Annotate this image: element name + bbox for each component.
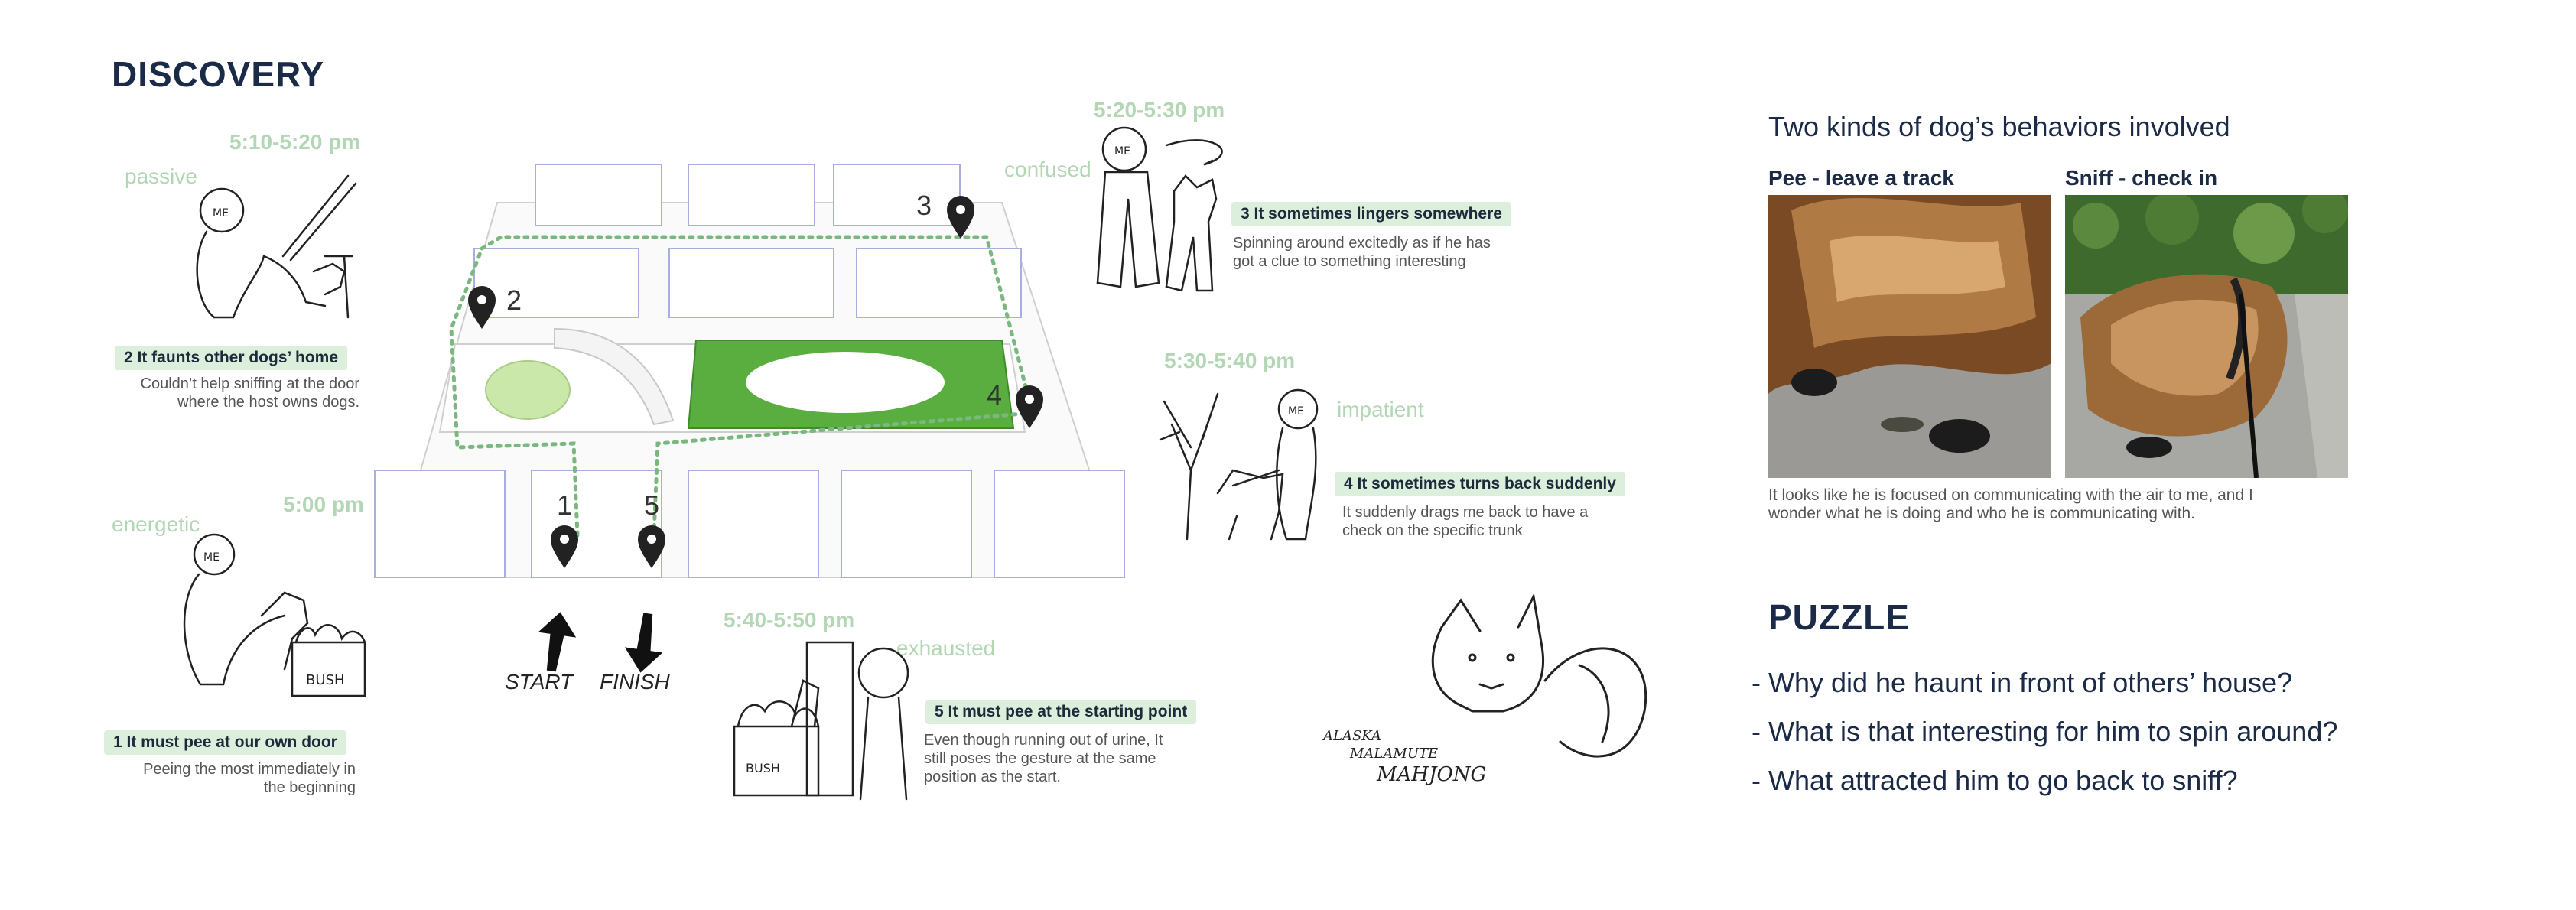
behavior-tag-4: 4 It sometimes turns back suddenly [1335, 472, 1625, 496]
dog-breed-line1: ALASKA [1323, 728, 1381, 744]
photo-label-pee: Pee - leave a track [1768, 166, 1954, 190]
mood-impatient: impatient [1337, 398, 1424, 421]
location-pin-icon [468, 286, 496, 329]
time-label-1: 5:10-5:20 pm [229, 130, 361, 154]
sketch-impatient-illustration: ME [1159, 388, 1319, 541]
mood-passive: passive [125, 164, 197, 188]
location-pin-icon [947, 196, 974, 239]
dog-portrait-illustration [1431, 593, 1647, 758]
behavior-tag-1: 1 It must pee at our own door [104, 730, 346, 755]
location-pin-icon [551, 525, 578, 568]
time-label-4: 5:00 pm [283, 492, 364, 516]
dog-name: MAHJONG [1377, 763, 1487, 786]
behavior-tag-3: 3 It sometimes lingers somewhere [1231, 202, 1511, 226]
pin-number-5: 5 [644, 489, 660, 521]
bush-label: BUSH [746, 761, 780, 775]
location-pin-icon [1016, 385, 1043, 428]
me-label: ME [1114, 145, 1130, 158]
location-pin-icon [638, 525, 665, 568]
start-label: START [505, 670, 574, 694]
behavior-tag-2: 2 It faunts other dogs’ home [115, 346, 348, 370]
arrow-up-icon [538, 612, 577, 672]
behaviors-title: Two kinds of dog’s behaviors involved [1768, 111, 2230, 142]
dog-breed-line2: MALAMUTE [1350, 746, 1439, 762]
photo-label-sniff: Sniff - check in [2065, 166, 2218, 190]
puzzle-title: PUZZLE [1768, 597, 1910, 637]
pin-number-1: 1 [557, 489, 573, 521]
bush-label: BUSH [306, 672, 344, 688]
photo-dog-pee [1768, 195, 2051, 478]
finish-label: FINISH [600, 670, 670, 694]
behaviors-caption: It looks like he is focused on communica… [1768, 486, 2253, 522]
puzzle-question-2: - What is that interesting for him to sp… [1751, 716, 2338, 747]
puzzle-question-1: - Why did he haunt in front of others’ h… [1751, 667, 2293, 698]
arrow-down-icon [624, 613, 663, 673]
sketch-energetic-illustration: ME BUSH [183, 533, 366, 697]
puzzle-question-3: - What attracted him to go back to sniff… [1751, 765, 2238, 796]
sketch-confused-illustration: ME [1096, 126, 1223, 292]
behavior-tag-5: 5 It must pee at the starting point [925, 700, 1197, 724]
behavior-desc-4: It suddenly drags me back to have a check… [1342, 504, 1589, 539]
me-label: ME [203, 551, 220, 564]
route-map [374, 164, 1126, 578]
pin-number-4: 4 [987, 379, 1003, 411]
pin-number-3: 3 [916, 190, 932, 221]
me-label: ME [213, 207, 229, 219]
behavior-desc-3: Spinning around excitedly as if he has go… [1233, 235, 1491, 270]
behavior-desc-5: Even though running out of urine, It stil… [924, 732, 1163, 785]
photo-dog-sniff [2065, 195, 2348, 478]
me-label: ME [1288, 405, 1304, 418]
behavior-desc-2: Couldn’t help sniffing at the door where … [140, 375, 360, 411]
sketch-exhausted-illustration: BUSH [733, 641, 909, 801]
time-label-3: 5:30-5:40 pm [1164, 349, 1296, 372]
behavior-desc-1: Peeing the most immediately in the beginn… [143, 761, 356, 796]
pin-number-2: 2 [506, 284, 522, 316]
sketch-passive-illustration: ME [196, 174, 357, 319]
page-title: DISCOVERY [112, 54, 325, 94]
time-label-2: 5:20-5:30 pm [1094, 98, 1225, 122]
